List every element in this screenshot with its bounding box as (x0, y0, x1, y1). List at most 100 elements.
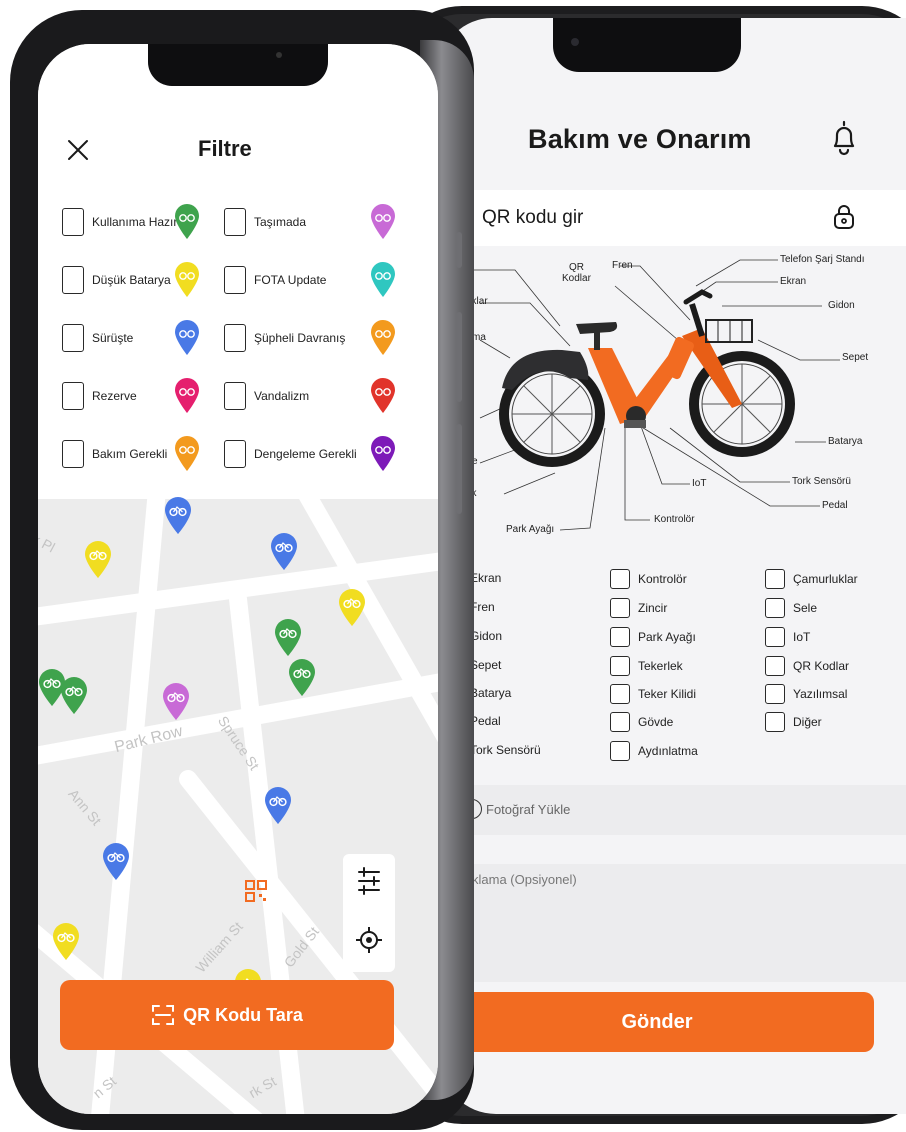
volume-down-button (456, 424, 462, 514)
part-check-diger[interactable]: Diğer (765, 712, 822, 732)
bike-map-pin[interactable] (52, 923, 80, 961)
scan-qr-button[interactable]: QR Kodu Tara (60, 980, 394, 1050)
part-check-qr-kodlar[interactable]: QR Kodlar (765, 656, 849, 676)
part-check-yazilimsal[interactable]: Yazılımsal (765, 684, 847, 704)
checkbox[interactable] (610, 598, 630, 618)
part-check-park-ayagi[interactable]: Park Ayağı (610, 627, 696, 647)
volume-up-button (456, 312, 462, 402)
checkbox[interactable] (765, 569, 785, 589)
lock-icon[interactable] (832, 203, 856, 231)
part-check-pedal[interactable]: Pedal (470, 714, 501, 728)
bike-map-pin[interactable] (274, 619, 302, 657)
bike-map-pin[interactable] (60, 677, 88, 715)
checkbox[interactable] (610, 627, 630, 647)
checkbox[interactable] (610, 684, 630, 704)
filter-option[interactable]: FOTA Update (224, 266, 326, 294)
bike-map-pin[interactable] (84, 541, 112, 579)
diagram-label-fren: Fren (612, 260, 633, 271)
part-check-zincir[interactable]: Zincir (610, 598, 667, 618)
qr-scan-icon (152, 1005, 175, 1025)
submit-button[interactable]: Gönder (440, 992, 874, 1052)
description-textarea[interactable]: klama (Opsiyonel) (440, 864, 906, 982)
map-tools (343, 854, 395, 972)
qr-marker-icon[interactable] (244, 879, 268, 903)
checkbox[interactable] (224, 324, 246, 352)
checkbox[interactable] (765, 598, 785, 618)
close-icon[interactable] (64, 136, 92, 164)
part-check-batarya[interactable]: Batarya (470, 686, 511, 700)
checkbox[interactable] (62, 440, 84, 468)
bike-map-pin[interactable] (164, 497, 192, 535)
checkbox[interactable] (610, 712, 630, 732)
filter-title: Filtre (198, 136, 252, 161)
part-check-gidon[interactable]: Gidon (470, 629, 502, 643)
checkbox[interactable] (610, 569, 630, 589)
qr-code-input[interactable]: QR kodu gir (440, 190, 906, 246)
checkbox[interactable] (62, 324, 84, 352)
bike-pin-icon (175, 320, 199, 355)
bike-map-pin[interactable] (102, 843, 130, 881)
balance-pin-icon (371, 436, 395, 471)
part-check-aydinlatma[interactable]: Aydınlatma (610, 741, 698, 761)
calendar-check-pin-icon (175, 378, 199, 413)
skull-pin-icon (371, 378, 395, 413)
bike-map-pin[interactable] (270, 533, 298, 571)
filter-option[interactable]: Rezerve (62, 382, 137, 410)
part-check-tekerlek[interactable]: Tekerlek (610, 656, 683, 676)
filter-option[interactable]: Sürüşte (62, 324, 133, 352)
part-check-iot[interactable]: IoT (765, 627, 810, 647)
checkbox[interactable] (62, 382, 84, 410)
diagram-label-cut-ma: ma (472, 332, 486, 343)
checkbox[interactable] (765, 684, 785, 704)
bus-pin-icon (371, 204, 395, 239)
part-check-sepet[interactable]: Sepet (470, 658, 501, 672)
part-check-kontrolor[interactable]: Kontrolör (610, 569, 687, 589)
right-phone-notch (553, 18, 741, 72)
filter-option[interactable]: Taşımada (224, 208, 306, 236)
checkbox[interactable] (224, 440, 246, 468)
cloud-upload-pin-icon (371, 262, 395, 297)
diagram-label-iot: IoT (692, 478, 707, 489)
part-check-sele[interactable]: Sele (765, 598, 817, 618)
filter-option[interactable]: Vandalizm (224, 382, 309, 410)
diagram-label-tork: Tork Sensörü (792, 476, 851, 487)
sliders-icon[interactable] (355, 866, 383, 896)
filter-option[interactable]: Dengeleme Gerekli (224, 440, 357, 468)
diagram-label-qr: QR Kodlar (562, 262, 591, 284)
left-phone-notch (148, 44, 328, 86)
checkbox[interactable] (765, 712, 785, 732)
filter-option[interactable]: Bakım Gerekli (62, 440, 167, 468)
bike-map-pin[interactable] (264, 787, 292, 825)
part-check-teker-kilidi[interactable]: Teker Kilidi (610, 684, 696, 704)
bike-map-pin[interactable] (288, 659, 316, 697)
locate-icon[interactable] (355, 926, 383, 954)
checkbox[interactable] (765, 656, 785, 676)
bike-pin-icon (175, 204, 199, 239)
checkbox[interactable] (765, 627, 785, 647)
part-check-camurluklar[interactable]: Çamurluklar (765, 569, 858, 589)
bell-icon[interactable] (826, 118, 862, 158)
checkbox[interactable] (610, 741, 630, 761)
bike-map-pin[interactable] (338, 589, 366, 627)
checkbox[interactable] (62, 266, 84, 294)
filter-option[interactable]: Kullanıma Hazır (62, 208, 177, 236)
checkbox[interactable] (224, 266, 246, 294)
part-check-ekran[interactable]: Ekran (470, 571, 501, 585)
filter-option[interactable]: Şüpheli Davranış (224, 324, 345, 352)
checkbox[interactable] (62, 208, 84, 236)
checkbox[interactable] (224, 382, 246, 410)
part-check-tork-sensoru[interactable]: Tork Sensörü (470, 743, 541, 757)
photo-upload-button[interactable]: Fotoğraf Yükle (440, 785, 906, 835)
silent-switch (456, 232, 462, 268)
wrench-pin-icon (175, 436, 199, 471)
alert-face-pin-icon (371, 320, 395, 355)
filter-option[interactable]: Düşük Batarya (62, 266, 171, 294)
bike-map-pin[interactable] (162, 683, 190, 721)
diagram-label-kontrolor: Kontrolör (654, 514, 695, 525)
filter-map-screen: Filtre Kullanıma Hazır Taşımada Düşük Bata… (38, 44, 438, 1114)
bike-pin-icon (175, 262, 199, 297)
diagram-label-ekran: Ekran (780, 276, 807, 287)
checkbox[interactable] (224, 208, 246, 236)
part-check-govde[interactable]: Gövde (610, 712, 673, 732)
checkbox[interactable] (610, 656, 630, 676)
